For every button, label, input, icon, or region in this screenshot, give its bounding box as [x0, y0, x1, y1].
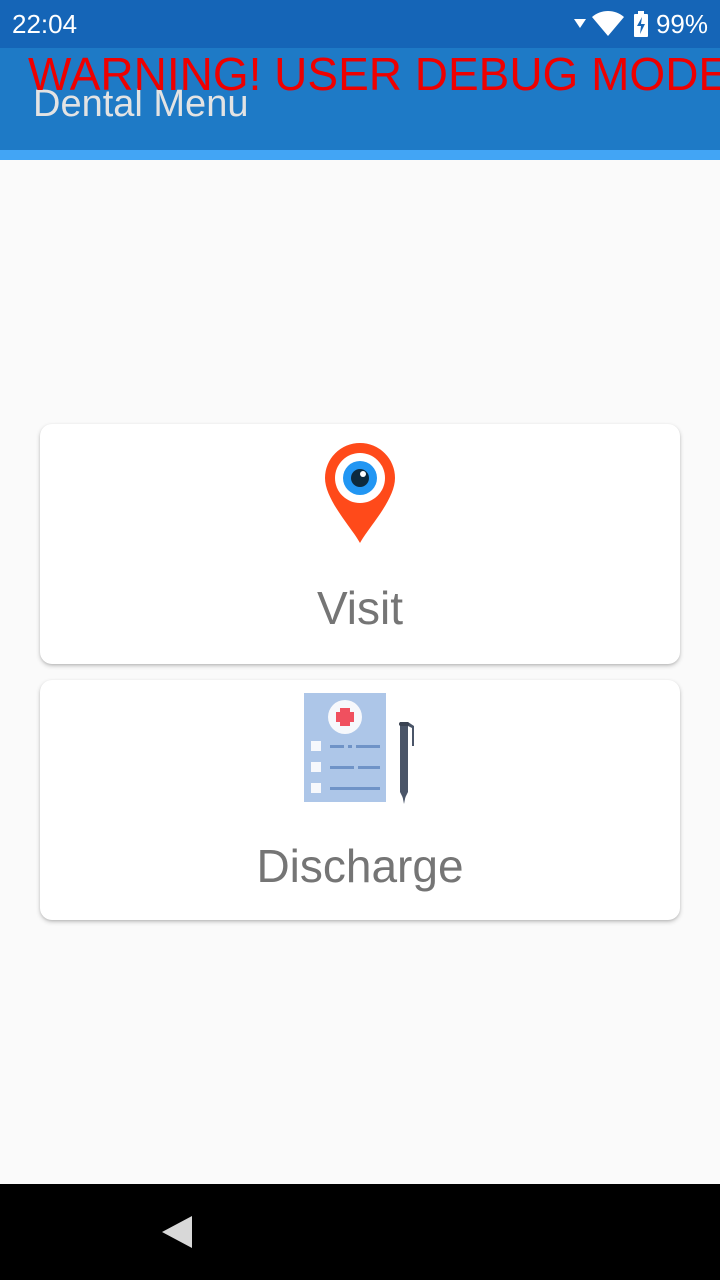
visit-card-button[interactable]: Visit	[40, 424, 680, 664]
app-bar: Dental Menu WARNING! USER DEBUG MODE	[0, 48, 720, 150]
medical-form-pen-icon	[302, 692, 422, 813]
back-icon[interactable]	[160, 1214, 194, 1255]
wifi-icon	[591, 11, 624, 37]
debug-mode-warning: WARNING! USER DEBUG MODE	[28, 48, 720, 100]
app-bar-accent-strip	[0, 150, 720, 160]
visit-label: Visit	[316, 582, 404, 634]
data-arrow-icon	[573, 19, 586, 29]
location-pin-eye-icon	[324, 442, 396, 549]
battery-percent: 99%	[655, 9, 708, 39]
discharge-label: Discharge	[256, 840, 464, 892]
navigation-bar	[0, 1184, 720, 1280]
status-icons: 99%	[573, 9, 708, 39]
status-time: 22:04	[12, 9, 78, 39]
battery-charging-icon	[633, 11, 648, 37]
discharge-card-button[interactable]: Discharge	[40, 680, 680, 920]
status-bar: 22:04 99%	[0, 0, 720, 48]
